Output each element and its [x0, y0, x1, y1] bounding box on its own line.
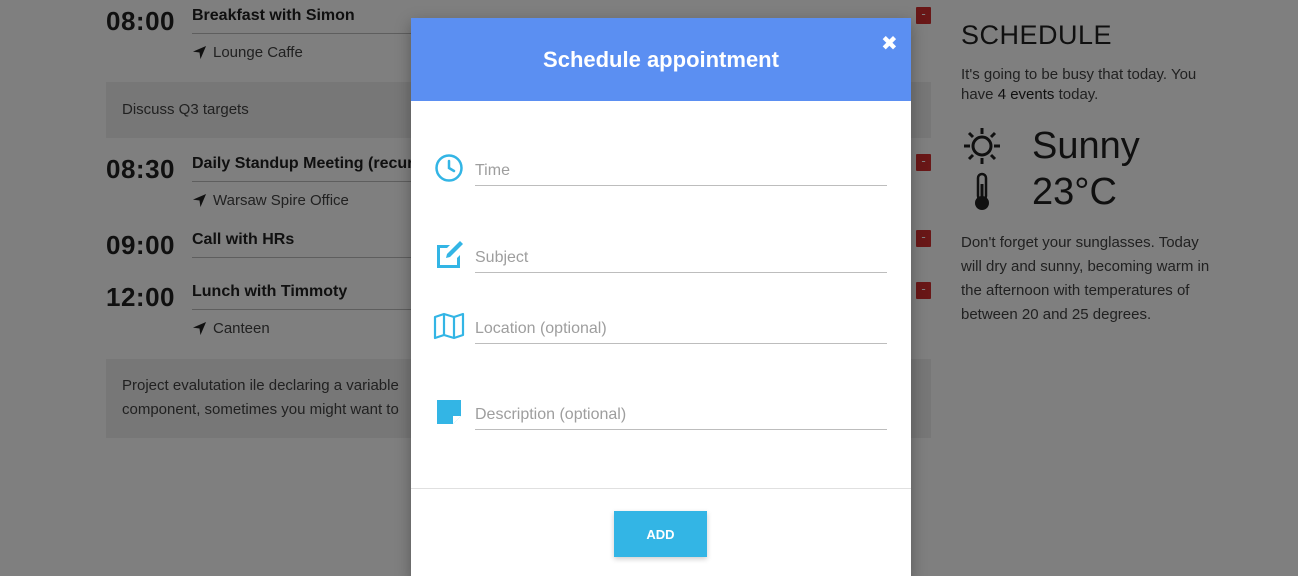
sticky-note-icon [433, 396, 465, 428]
subject-field [433, 239, 887, 283]
modal-title: Schedule appointment [543, 46, 779, 72]
clock-icon [433, 152, 465, 184]
modal-footer-divider [411, 488, 911, 489]
location-input[interactable] [475, 314, 887, 344]
description-input[interactable] [475, 400, 887, 430]
edit-icon [433, 239, 465, 271]
close-icon[interactable]: ✖ [881, 33, 898, 53]
location-field [433, 310, 887, 354]
time-field [433, 152, 887, 196]
time-input[interactable] [475, 156, 887, 186]
description-field [433, 396, 887, 440]
map-icon [433, 310, 465, 342]
subject-input[interactable] [475, 243, 887, 273]
add-button[interactable]: ADD [614, 511, 707, 557]
modal-header: Schedule appointment ✖ [411, 18, 911, 101]
schedule-appointment-modal: Schedule appointment ✖ Time Subject Loca… [411, 18, 911, 576]
